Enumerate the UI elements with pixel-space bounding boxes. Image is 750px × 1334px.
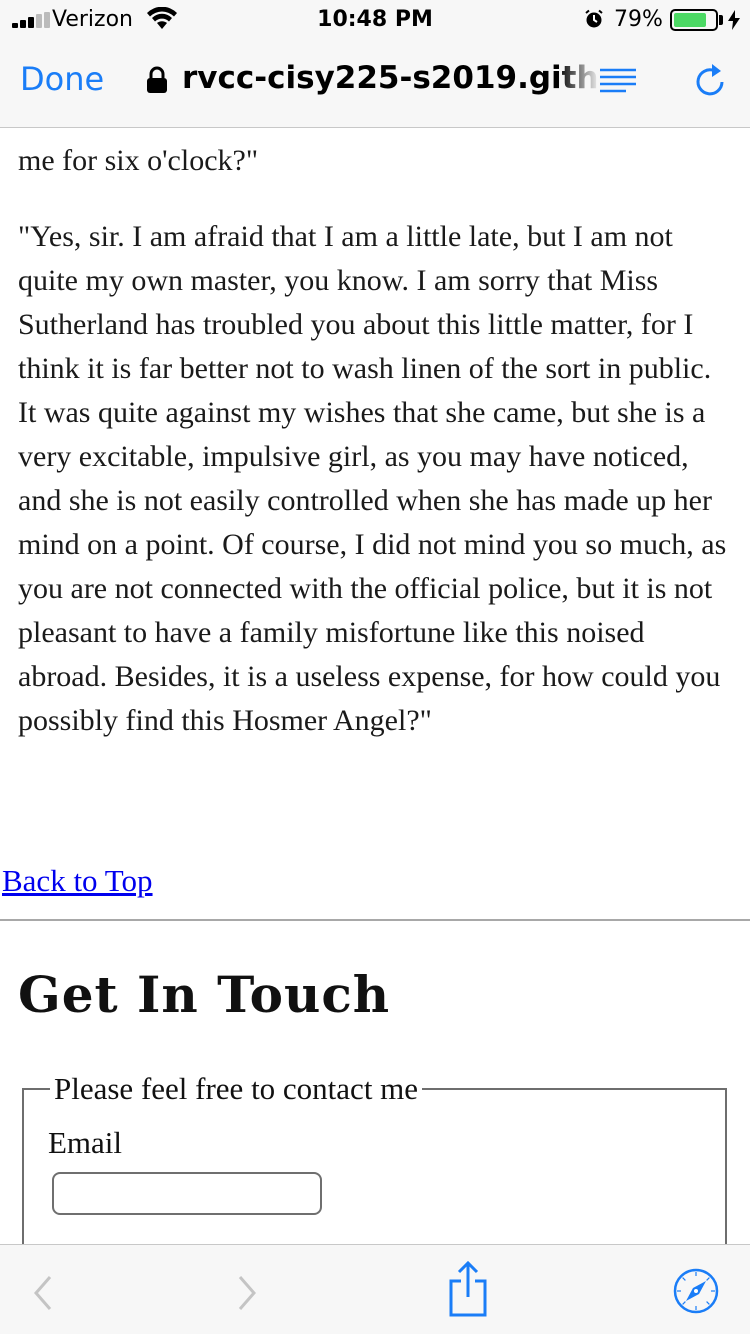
browser-toolbar: [0, 1244, 750, 1334]
reload-icon[interactable]: [694, 62, 728, 98]
battery-tip: [719, 15, 723, 25]
compass-icon[interactable]: [672, 1267, 720, 1315]
url-field[interactable]: rvcc-cisy225-s2019.github.io: [182, 60, 600, 100]
back-arrow-icon[interactable]: [28, 1273, 58, 1313]
lock-icon: [147, 66, 167, 93]
contact-heading: Get In Touch: [18, 965, 391, 1024]
alarm-icon: [585, 9, 603, 28]
done-button[interactable]: Done: [20, 60, 104, 98]
back-to-top-link[interactable]: Back to Top: [2, 863, 153, 899]
section-divider: [0, 919, 750, 921]
charging-icon: [728, 10, 740, 30]
forward-arrow-icon[interactable]: [232, 1273, 262, 1313]
contact-fieldset: [22, 1088, 727, 1244]
paragraph-main: "Yes, sir. I am afraid that I am a littl…: [18, 220, 727, 737]
browser-nav-bar: Done rvcc-cisy225-s2019.github.io: [0, 40, 750, 128]
share-icon[interactable]: [446, 1261, 490, 1317]
battery-icon: [670, 9, 718, 31]
battery-percent: 79%: [614, 7, 663, 32]
reader-icon[interactable]: [598, 66, 638, 96]
paragraph-previous-end: me for six o'clock?": [18, 144, 259, 177]
email-label: Email: [48, 1125, 123, 1160]
contact-legend: Please feel free to contact me: [50, 1071, 423, 1107]
status-bar: Verizon 10:48 PM 79%: [0, 0, 750, 40]
clipped-text-line: [18, 129, 738, 139]
email-field[interactable]: [52, 1172, 322, 1215]
page-content: me for six o'clock?" "Yes, sir. I am afr…: [0, 129, 750, 1244]
